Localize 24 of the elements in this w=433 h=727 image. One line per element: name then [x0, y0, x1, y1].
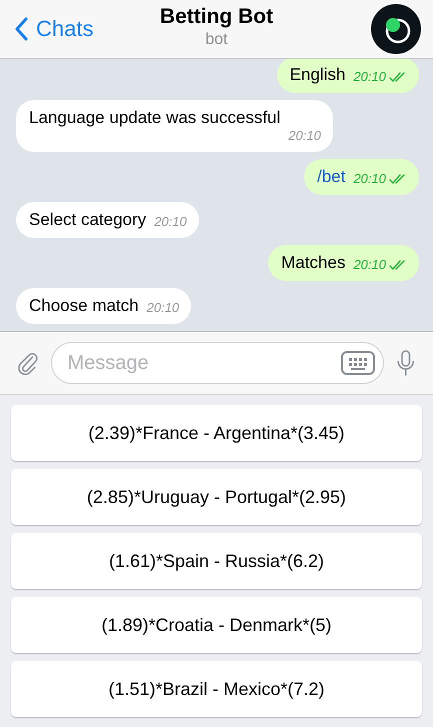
keyboard-icon[interactable] — [340, 351, 374, 375]
keyboard-button[interactable]: (1.51)*Brazil - Mexico*(7.2) — [11, 661, 422, 717]
message-text: Select category — [29, 210, 146, 230]
message-text: Language update was successful — [29, 108, 280, 128]
chat-subtitle: bot — [205, 31, 228, 49]
message-time: 20:10 — [154, 214, 187, 229]
message-time: 20:10 — [146, 300, 180, 315]
message-time: 20:10 — [288, 128, 321, 143]
message-text: Matches — [281, 253, 346, 273]
message-time: 20:10 — [353, 69, 386, 84]
bot-avatar-icon[interactable] — [371, 4, 421, 54]
chevron-left-icon — [14, 17, 28, 41]
message-time: 20:10 — [353, 257, 386, 272]
chat-title: Betting Bot — [160, 5, 274, 29]
keyboard-button[interactable]: (1.89)*Croatia - Denmark*(5) — [11, 597, 422, 653]
message-time: 20:10 — [353, 171, 386, 186]
keyboard-button[interactable]: (1.61)*Spain - Russia*(6.2) — [11, 533, 422, 589]
message-text: Choose match — [29, 296, 139, 316]
message-field[interactable]: Message — [50, 342, 384, 384]
back-button[interactable]: Chats — [14, 16, 94, 42]
message-text: English — [290, 65, 346, 85]
keyboard-button[interactable]: (2.85)*Uruguay - Portugal*(2.95) — [11, 469, 422, 525]
message-text: /bet — [317, 167, 346, 187]
keyboard-button[interactable]: (2.39)*France - Argentina*(3.45) — [11, 405, 422, 461]
